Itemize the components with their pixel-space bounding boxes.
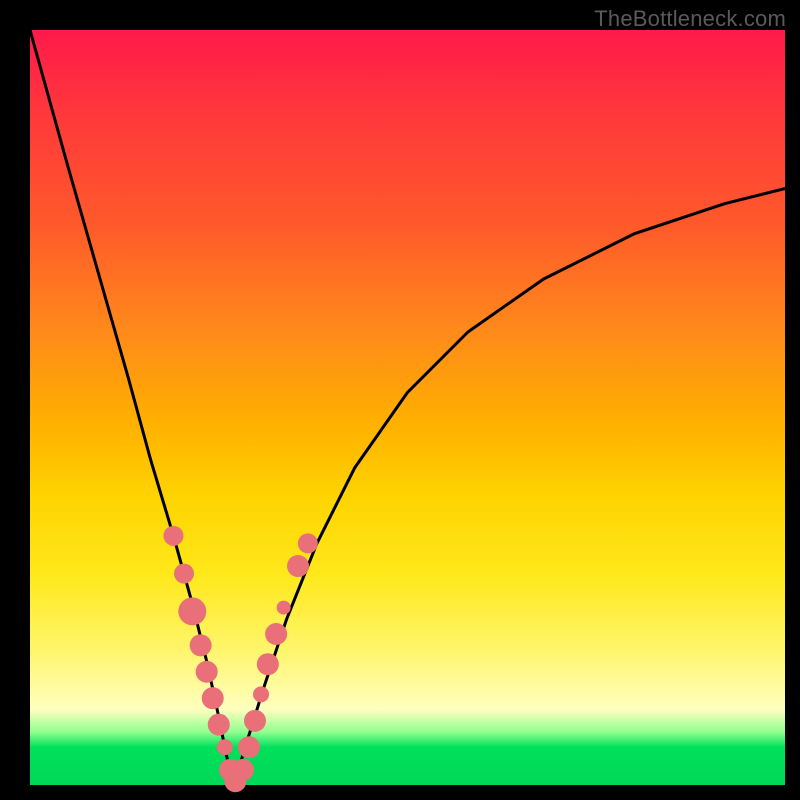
watermark-text: TheBottleneck.com	[594, 6, 786, 32]
marker-point	[253, 686, 269, 702]
marker-point	[174, 564, 194, 584]
marker-point	[257, 653, 279, 675]
marker-point	[190, 634, 212, 656]
marker-point	[202, 687, 224, 709]
marker-point	[265, 623, 287, 645]
marker-point	[196, 661, 218, 683]
curve-right-branch	[234, 189, 785, 785]
marker-point	[232, 759, 254, 781]
chart-svg	[30, 30, 785, 785]
marker-point	[298, 533, 318, 553]
marker-point	[277, 601, 291, 615]
marker-point	[244, 710, 266, 732]
chart-frame: TheBottleneck.com	[0, 0, 800, 800]
marker-point	[163, 526, 183, 546]
marker-point	[178, 597, 206, 625]
marker-point	[208, 714, 230, 736]
marker-point	[217, 739, 233, 755]
marker-point	[238, 736, 260, 758]
marker-point	[287, 555, 309, 577]
